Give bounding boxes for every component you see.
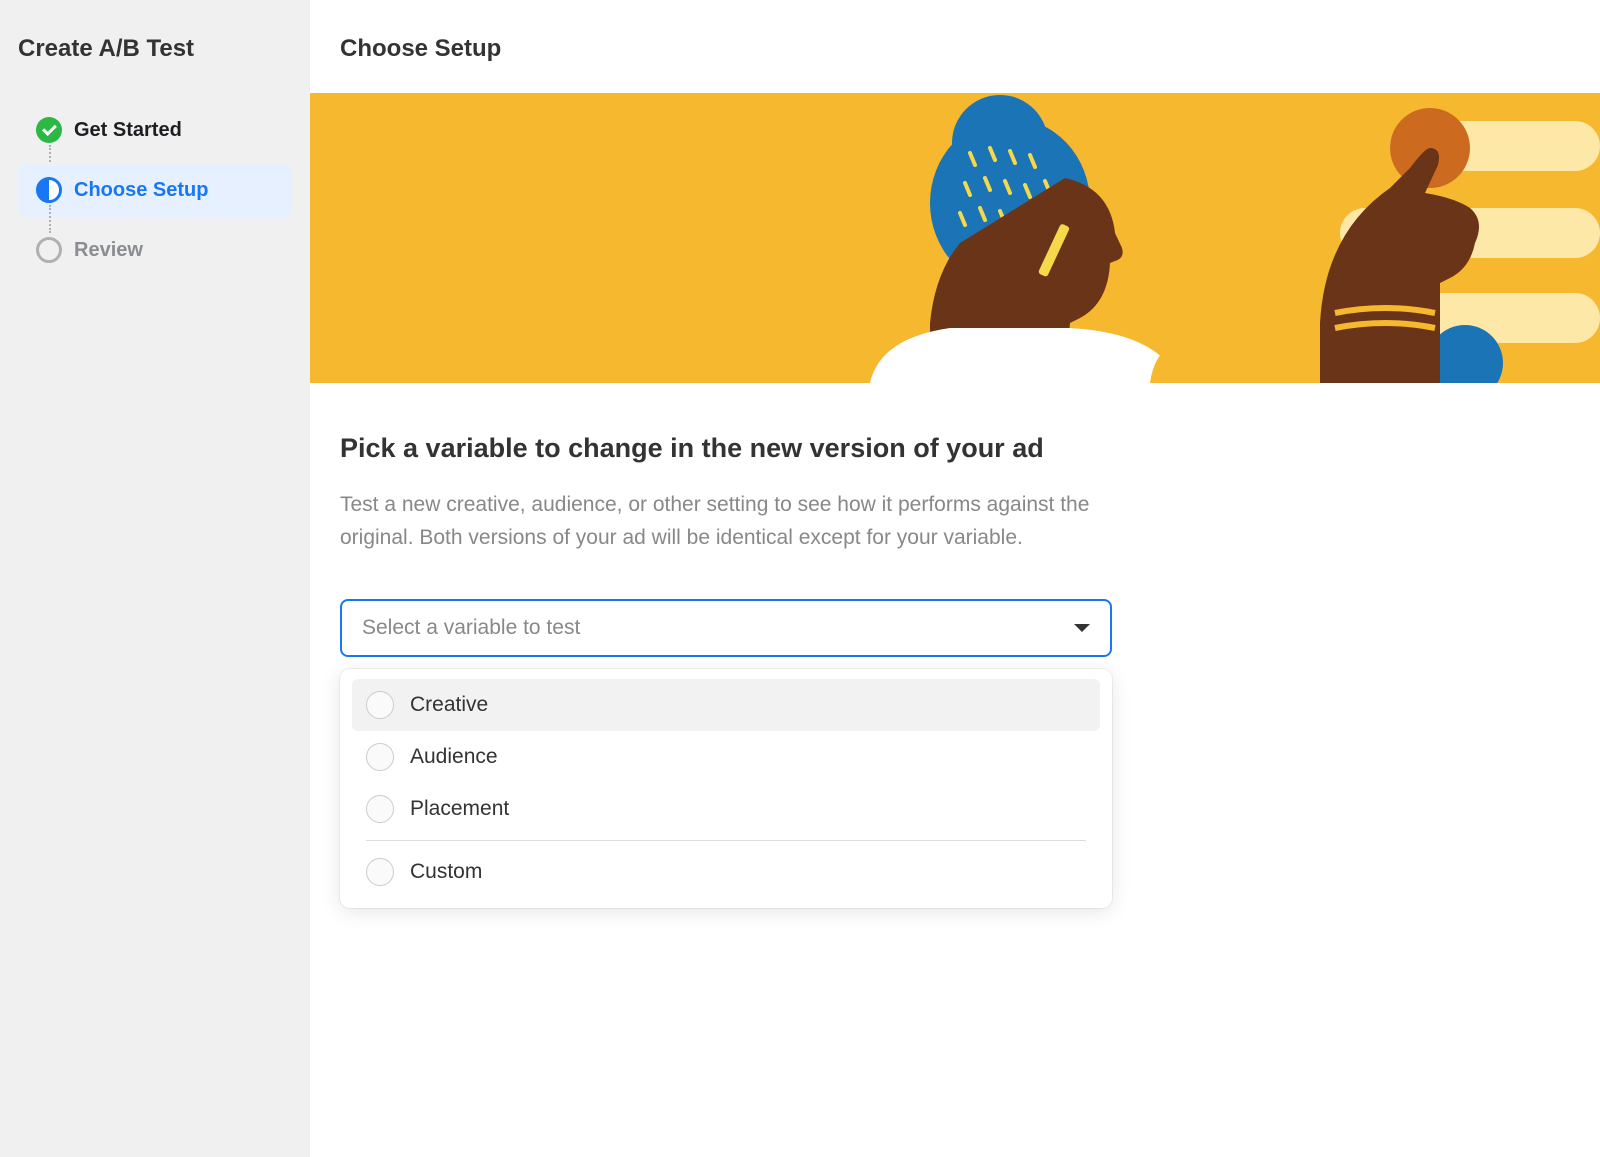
caret-down-icon xyxy=(1074,624,1090,632)
step-get-started[interactable]: Get Started xyxy=(18,103,292,157)
variable-dropdown[interactable]: Select a variable to test xyxy=(340,599,1112,657)
main-content: Choose Setup xyxy=(310,0,1600,1157)
section-description: Test a new creative, audience, or other … xyxy=(340,489,1100,554)
option-label: Custom xyxy=(410,860,482,884)
check-icon xyxy=(36,117,62,143)
option-label: Placement xyxy=(410,797,509,821)
sidebar-title: Create A/B Test xyxy=(18,35,292,63)
section-title: Pick a variable to change in the new ver… xyxy=(340,433,1570,464)
radio-icon xyxy=(366,743,394,771)
option-label: Audience xyxy=(410,745,498,769)
step-label: Review xyxy=(74,239,143,262)
step-choose-setup[interactable]: Choose Setup xyxy=(18,163,292,217)
option-creative[interactable]: Creative xyxy=(352,679,1100,731)
step-label: Get Started xyxy=(74,119,182,142)
step-label: Choose Setup xyxy=(74,179,208,202)
radio-icon xyxy=(366,795,394,823)
step-review[interactable]: Review xyxy=(18,223,292,277)
half-circle-icon xyxy=(36,177,62,203)
dropdown-menu: Creative Audience Placement Custom xyxy=(340,669,1112,908)
page-title: Choose Setup xyxy=(310,0,1600,93)
option-label: Creative xyxy=(410,693,488,717)
circle-icon xyxy=(36,237,62,263)
option-audience[interactable]: Audience xyxy=(352,731,1100,783)
radio-icon xyxy=(366,691,394,719)
content-section: Pick a variable to change in the new ver… xyxy=(310,383,1600,938)
radio-icon xyxy=(366,858,394,886)
dropdown-placeholder: Select a variable to test xyxy=(362,616,580,640)
hero-illustration xyxy=(310,93,1600,383)
sidebar: Create A/B Test Get Started Choose Setup… xyxy=(0,0,310,1157)
divider xyxy=(366,840,1086,841)
option-custom[interactable]: Custom xyxy=(352,846,1100,898)
option-placement[interactable]: Placement xyxy=(352,783,1100,835)
